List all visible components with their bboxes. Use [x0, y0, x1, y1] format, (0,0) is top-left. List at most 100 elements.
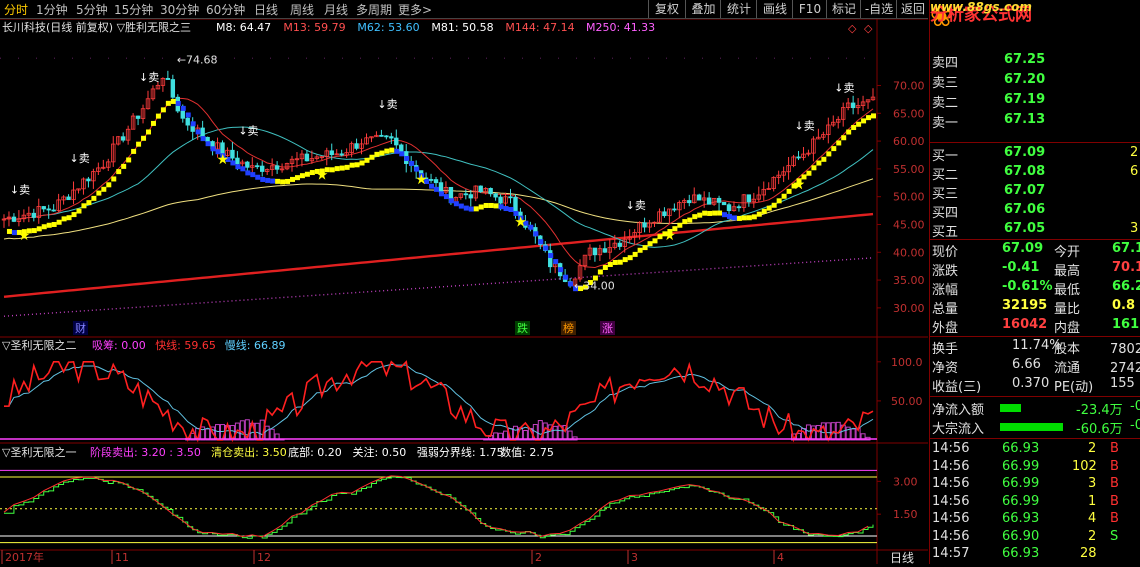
toolbar-button-6[interactable]: -自选 — [860, 0, 897, 18]
trend-step — [339, 165, 345, 171]
period-toolbar: 分时 1分钟 5分钟 15分钟 30分钟 60分钟 日线 周线 月线 多周期 更多> 复权 叠加 统计 画线… — [0, 0, 928, 19]
dot — [306, 57, 307, 59]
trend-step — [106, 182, 112, 188]
period-tab-6[interactable]: 日线 — [254, 1, 278, 18]
period-tab-4[interactable]: 30分钟 — [160, 1, 199, 18]
sell-order-price: 67.19 — [1004, 92, 1046, 107]
period-tab-1[interactable]: 1分钟 — [36, 1, 68, 18]
trend-step — [622, 257, 628, 263]
toolbar-button-3[interactable]: 画线 — [756, 0, 793, 18]
period-tab-10[interactable]: 更多> — [398, 1, 432, 18]
period-tab-0[interactable]: 分时 — [4, 1, 28, 18]
sub2-title: ▽圣利无限之一 — [2, 445, 76, 459]
dot — [738, 57, 739, 59]
price-label-4: 50.00 — [893, 191, 925, 204]
stat-value-1: -0.41 — [1002, 260, 1040, 275]
candle-body — [205, 136, 210, 142]
stat-value-2: 67.1 — [1112, 241, 1140, 256]
stock-title: 长川科技(日线 前复权) ▽胜利无限之三 — [2, 20, 191, 34]
dot — [378, 57, 379, 59]
trend-step — [409, 160, 415, 166]
stat-label-2: 最高 — [1054, 264, 1081, 279]
candle-body — [274, 165, 280, 170]
kline-chart-svg[interactable]: 长川科技(日线 前复权) ▽胜利无限之三 M8: 64.47 M13: 59.79 M… — [0, 18, 928, 565]
stat-row-2: 涨幅 -0.61%最低 66.2 — [930, 279, 1140, 298]
trend-step — [250, 172, 256, 178]
finance-label-2: PE(动) — [1054, 380, 1094, 395]
buy-order-label: 买一 — [932, 149, 959, 164]
tick-price: 66.99 — [1002, 493, 1040, 509]
flow-bar — [1000, 423, 1063, 431]
stat-label-2: 量比 — [1054, 302, 1081, 317]
flow-value: -23.4万 — [1076, 403, 1123, 418]
candle-body — [200, 127, 205, 138]
period-tab-2[interactable]: 5分钟 — [76, 1, 108, 18]
trend-step — [349, 162, 355, 168]
time-label-2: 12 — [257, 551, 271, 564]
buy-order-vol: 6 — [1130, 164, 1139, 179]
logo-url: www.88gs.com — [930, 0, 1032, 14]
price-label-6: 40.00 — [893, 246, 925, 259]
trend-step — [334, 166, 340, 172]
toolbar-button-0[interactable]: 复权 — [648, 0, 685, 18]
trend-step — [856, 121, 862, 127]
trend-step — [826, 151, 832, 157]
candle-body — [548, 250, 553, 268]
dot — [828, 57, 829, 59]
sub1-item-1: 快线: 59.65 — [155, 338, 216, 352]
candle-body — [736, 206, 742, 209]
trend-step — [31, 228, 37, 234]
trend-step — [741, 215, 747, 221]
trend-step — [861, 118, 867, 124]
buy-order-row-0: 买一 67.09 2 — [930, 145, 1140, 164]
finance-value-1: 6.66 — [1012, 357, 1041, 372]
period-tab-8[interactable]: 月线 — [324, 1, 348, 18]
candle-body — [433, 179, 439, 184]
candle-body — [46, 208, 51, 211]
trend-step — [205, 141, 211, 147]
candle-body — [304, 153, 310, 162]
trend-step — [329, 167, 335, 173]
candle-body — [592, 247, 598, 256]
period-tab-7[interactable]: 周线 — [290, 1, 314, 18]
sell-order-price: 67.20 — [1004, 72, 1046, 87]
toolbar-button-1[interactable]: 叠加 — [685, 0, 721, 18]
period-tab-9[interactable]: 多周期 — [356, 1, 392, 18]
candle-body — [11, 216, 17, 222]
toolbar-button-4[interactable]: F10 — [792, 0, 827, 18]
tick-side: S — [1110, 528, 1119, 544]
candle-body — [796, 156, 801, 159]
candle-body — [339, 153, 344, 156]
finance-label-1: 换手 — [932, 342, 959, 357]
time-label-0: 2017年 — [5, 550, 44, 564]
period-tab-3[interactable]: 15分钟 — [114, 1, 153, 18]
stat-value-1: 32195 — [1002, 298, 1048, 313]
sell-marker-1: ↓卖 — [70, 152, 90, 165]
toolbar-button-2[interactable]: 统计 — [720, 0, 757, 18]
chart-area[interactable]: 长川科技(日线 前复权) ▽胜利无限之三 M8: 64.47 M13: 59.79 M… — [0, 18, 928, 565]
dot — [594, 57, 595, 59]
dot — [558, 57, 559, 59]
stat-value-2: 66.2 — [1112, 279, 1140, 294]
tick-price: 66.99 — [1002, 458, 1040, 474]
tick-volume: 2 — [1088, 528, 1097, 544]
finance-label-1: 净资 — [932, 361, 959, 376]
toolbar-button-7[interactable]: 返回 — [896, 0, 929, 18]
dot — [702, 57, 703, 59]
toolbar-button-5[interactable]: 标记 — [826, 0, 861, 18]
period-tab-5[interactable]: 60分钟 — [206, 1, 245, 18]
accum-bar — [239, 420, 245, 441]
event-badge-0: 财 — [75, 321, 86, 335]
candle-body — [716, 197, 722, 203]
time-label-1: 11 — [115, 551, 129, 564]
sell-marker-7: ↓卖 — [834, 82, 854, 95]
trend-step — [841, 135, 847, 141]
site-logo: ❀ 分析家公式网 www.88gs.com — [930, 0, 1140, 42]
tick-price: 66.90 — [1002, 528, 1040, 544]
period-label: 日线 — [890, 551, 914, 564]
dot — [108, 57, 109, 59]
trend-step — [185, 112, 191, 118]
stat-label-2: 今开 — [1054, 245, 1081, 260]
trend-step — [399, 151, 405, 157]
flow-value: -60.6万 — [1076, 422, 1123, 437]
